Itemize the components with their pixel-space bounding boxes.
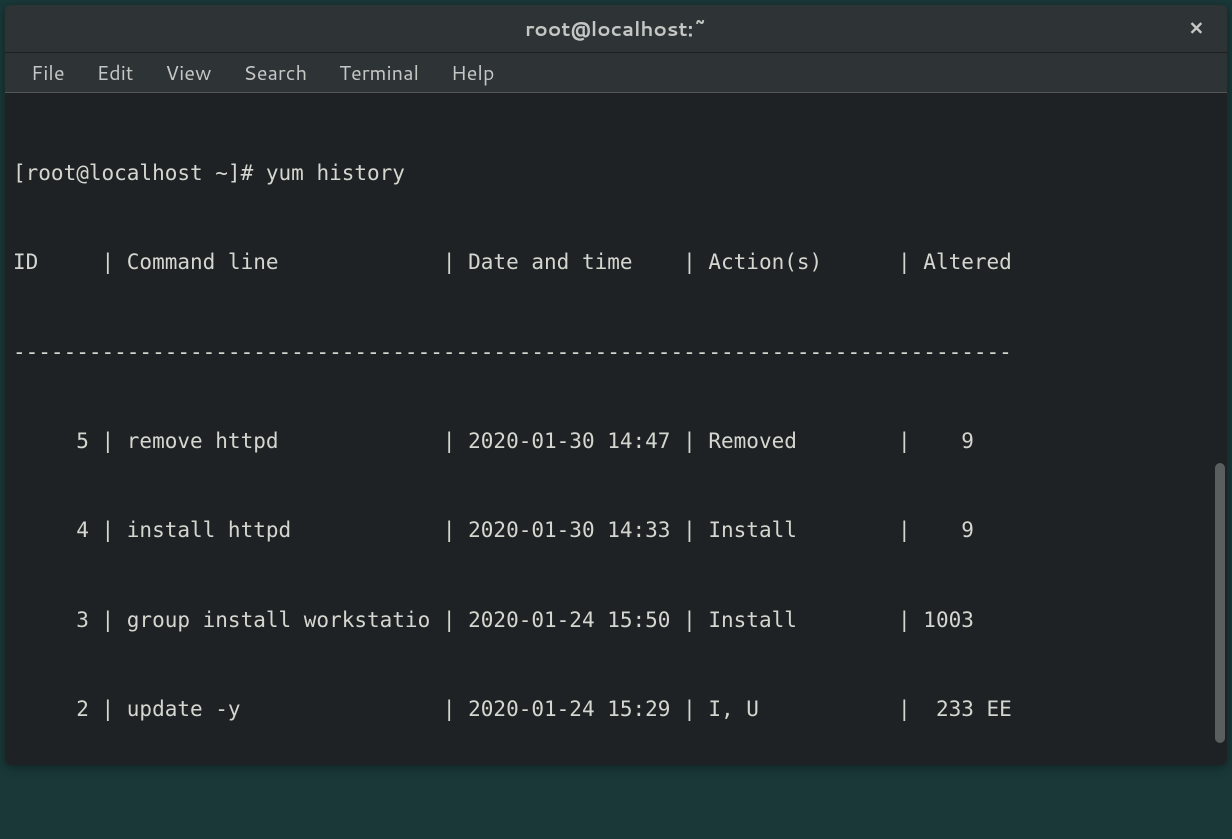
terminal-body[interactable]: [root@localhost ~]# yum history ID | Com…	[5, 93, 1227, 765]
close-icon[interactable]: ✕	[1181, 14, 1212, 43]
table-row: 5 | remove httpd | 2020-01-30 14:47 | Re…	[13, 427, 1219, 457]
scrollbar[interactable]	[1215, 463, 1225, 743]
table-row: 2 | update -y | 2020-01-24 15:29 | I, U …	[13, 695, 1219, 725]
window-title: root@localhost:~	[525, 15, 707, 43]
menu-file[interactable]: File	[15, 53, 81, 93]
command-line-1: [root@localhost ~]# yum history	[13, 159, 1219, 189]
table-row: 3 | group install workstatio | 2020-01-2…	[13, 606, 1219, 636]
table-row: 4 | install httpd | 2020-01-30 14:33 | I…	[13, 516, 1219, 546]
terminal-window: root@localhost:~ ✕ File Edit View Search…	[5, 5, 1227, 765]
menu-view[interactable]: View	[149, 53, 227, 93]
table-separator: ----------------------------------------…	[13, 338, 1219, 368]
menu-terminal[interactable]: Terminal	[323, 53, 435, 93]
titlebar: root@localhost:~ ✕	[5, 5, 1227, 53]
menu-edit[interactable]: Edit	[81, 53, 150, 93]
command: yum history	[266, 161, 405, 185]
menu-search[interactable]: Search	[227, 53, 323, 93]
menubar: File Edit View Search Terminal Help	[5, 53, 1227, 93]
prompt: [root@localhost ~]#	[13, 161, 266, 185]
table-header: ID | Command line | Date and time | Acti…	[13, 248, 1219, 278]
menu-help[interactable]: Help	[435, 53, 510, 93]
